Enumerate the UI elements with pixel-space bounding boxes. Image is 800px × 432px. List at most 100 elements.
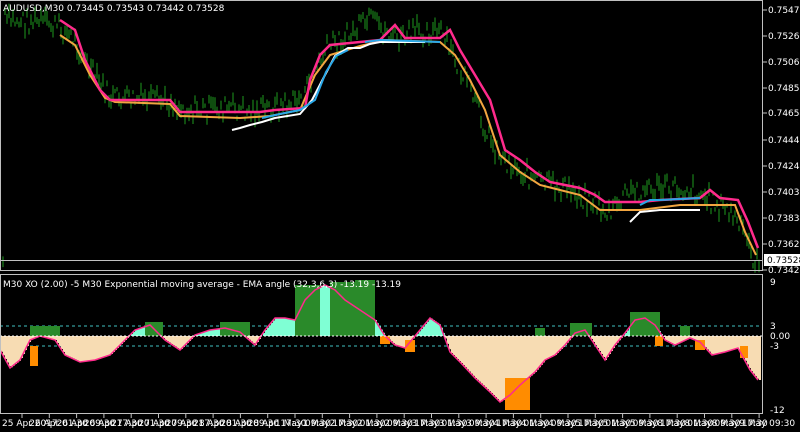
histogram-bar [497,336,499,399]
histogram-bar [83,336,85,362]
histogram-bar [135,330,137,336]
histogram-bar [715,336,717,355]
histogram-bar [535,336,537,372]
histogram-bar [467,336,469,370]
histogram-bar [67,336,69,356]
time-axis-label: 9 May 09:30 [739,419,795,429]
histogram-bar [463,336,465,366]
histogram-bar [455,336,457,357]
histogram-bar [723,336,725,353]
histogram-bar [267,327,269,336]
histogram-green-block [220,322,250,336]
histogram-bar [753,336,755,374]
histogram-bar [73,336,75,359]
indicator-axis-label: 9 [770,278,776,288]
histogram-bar [491,336,493,393]
histogram-bar [77,336,79,361]
histogram-bar [599,336,601,351]
histogram-bar [59,336,61,346]
histogram-bar [727,336,729,352]
histogram-bar [281,318,283,336]
histogram-bar [461,336,463,364]
histogram-bar [101,336,103,358]
histogram-bar [285,318,287,336]
histogram-bar [13,336,15,366]
histogram-bar [525,336,527,381]
histogram-green-block [630,312,660,336]
current-price-tag: 0.73528 [764,254,800,266]
price-axis-label: 0.73424 [768,266,800,276]
histogram-bar [327,286,329,336]
histogram-bar [501,336,503,402]
price-axis-label: 0.75267 [768,32,800,42]
histogram-bar [209,330,211,336]
histogram-bar [137,329,139,336]
histogram-bar [503,336,505,400]
histogram-bar [479,336,481,382]
histogram-bar [481,336,483,384]
histogram-bar [547,336,549,359]
histogram-bar [7,336,9,363]
histogram-bar [755,336,757,377]
histogram-bar [207,331,209,336]
price-axis-label: 0.74654 [768,109,800,119]
histogram-bar [167,336,169,342]
histogram-bar [139,328,141,336]
histogram-bar [17,336,19,363]
histogram-bar [729,336,731,351]
histogram-bar [57,336,59,343]
price-axis-label: 0.74039 [768,188,800,198]
histogram-bar [273,320,275,336]
histogram-bar [473,336,475,376]
histogram-bar [279,318,281,336]
histogram-bar [69,336,71,357]
histogram-bar [179,336,181,350]
indicator-axis-label: 0.00 [770,332,790,342]
histogram-bar [757,336,759,379]
histogram-bar [5,336,7,359]
histogram-bar [71,336,73,358]
histogram-bar [551,336,553,357]
histogram-bar [483,336,485,386]
histogram-bar [717,336,719,354]
histogram-bar [725,336,727,352]
histogram-bar [397,336,399,346]
histogram-bar [401,336,403,347]
histogram-bar [215,329,217,336]
histogram-bar [597,336,599,348]
histogram-bar [601,336,603,354]
histogram-bar [403,336,405,348]
chart-window[interactable]: AUDUSD,M30 0.73445 0.73543 0.73442 0.735… [0,0,800,432]
histogram-bar [429,319,431,336]
histogram-bar [63,336,65,352]
histogram-orange-block [740,346,748,358]
indicator-axis-label: 3 [770,322,776,332]
histogram-orange-block [655,336,663,346]
histogram-bar [485,336,487,388]
histogram-bar [493,336,495,395]
histogram-bar [213,329,215,336]
price-axis-label: 0.73629 [768,240,800,250]
histogram-bar [109,336,111,356]
histogram-bar [549,336,551,358]
price-axis-label: 0.75062 [768,58,800,68]
histogram-bar [269,325,271,336]
histogram-bar [91,336,93,361]
indicator-axis-label: -3 [770,342,779,352]
histogram-bar [293,319,295,336]
histogram-bar [469,336,471,372]
histogram-bar [175,336,177,347]
histogram-bar [671,336,673,343]
histogram-bar [75,336,77,360]
histogram-bar [737,336,739,349]
histogram-bar [61,336,63,349]
histogram-bar [95,336,97,360]
histogram-bar [603,336,605,357]
histogram-orange-block [505,378,530,410]
histogram-bar [81,336,83,362]
histogram-bar [11,336,13,368]
indicator-axis-label: -12 [770,406,785,416]
histogram-bar [537,336,539,370]
histogram-bar [749,336,751,369]
histogram-bar [143,327,145,336]
